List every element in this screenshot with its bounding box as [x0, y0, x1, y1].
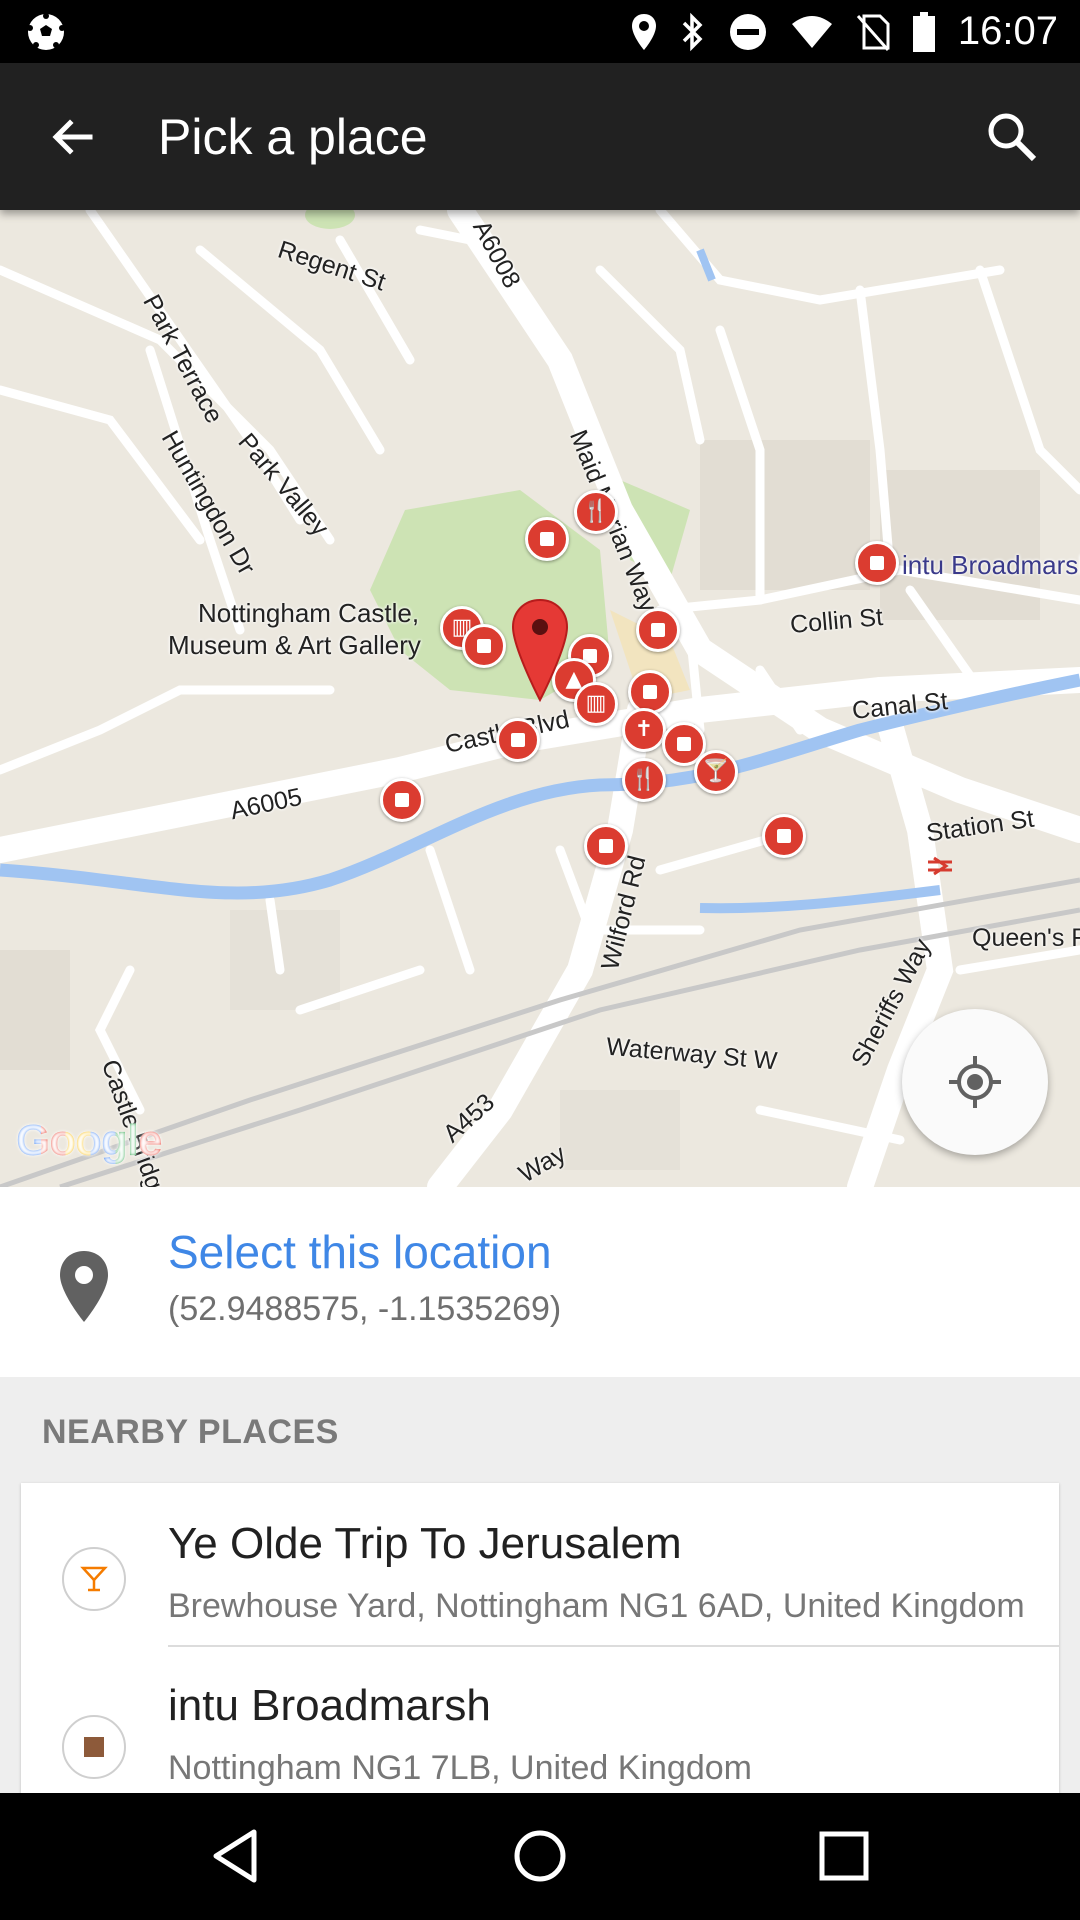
arrow-back-icon[interactable] — [44, 109, 100, 165]
status-bar: 16:07 — [0, 0, 1080, 63]
nearby-places-section: NEARBY PLACES Ye Olde Trip To Jerusalem … — [0, 1377, 1080, 1793]
do-not-disturb-icon — [729, 13, 766, 50]
app-bar: Pick a place — [0, 63, 1080, 210]
map-view[interactable]: Regent St A6008 Park Terrace Park Valley… — [0, 210, 1080, 1187]
map-label-castle-line1: Nottingham Castle, — [198, 598, 420, 628]
bar-icon — [62, 1547, 126, 1611]
select-location-label[interactable]: Select this location — [168, 1225, 552, 1279]
map-label-queens-rd: Queen's Rd — [972, 924, 1080, 952]
recents-nav-icon[interactable] — [814, 1826, 874, 1886]
poi-marker[interactable] — [380, 778, 424, 822]
poi-marker[interactable] — [855, 541, 899, 585]
place-name: Ye Olde Trip To Jerusalem — [168, 1519, 682, 1568]
nearby-places-list: Ye Olde Trip To Jerusalem Brewhouse Yard… — [21, 1483, 1059, 1793]
clock: 16:07 — [957, 9, 1058, 53]
select-location-row[interactable]: Select this location (52.9488575, -1.153… — [0, 1187, 1080, 1377]
google-logo-text: Google — [16, 1116, 163, 1165]
rail-station-icon — [928, 856, 952, 876]
my-location-button[interactable] — [902, 1009, 1048, 1155]
restaurant-poi-icon[interactable]: 🍴 — [622, 758, 666, 802]
no-sim-icon — [856, 14, 890, 51]
place-name: intu Broadmarsh — [168, 1681, 491, 1730]
restaurant-poi-icon[interactable]: 🍴 — [574, 490, 618, 534]
nearby-places-header: NEARBY PLACES — [42, 1413, 339, 1451]
list-item[interactable]: Ye Olde Trip To Jerusalem Brewhouse Yard… — [21, 1483, 1059, 1663]
wifi-icon — [791, 15, 832, 48]
poi-marker[interactable] — [496, 718, 540, 762]
search-icon[interactable] — [982, 107, 1042, 167]
location-icon — [631, 13, 656, 50]
home-nav-icon[interactable] — [510, 1826, 570, 1886]
back-nav-icon[interactable] — [206, 1826, 266, 1886]
place-address: Brewhouse Yard, Nottingham NG1 6AD, Unit… — [168, 1587, 1025, 1625]
battery-icon — [912, 11, 935, 52]
selected-coordinates: (52.9488575, -1.1535269) — [168, 1290, 562, 1328]
place-address: Nottingham NG1 7LB, United Kingdom — [168, 1749, 752, 1787]
google-logo: Google — [16, 1116, 163, 1166]
navigation-bar — [0, 1793, 1080, 1920]
soccer-ball-icon — [27, 13, 65, 50]
poi-marker[interactable] — [462, 624, 506, 668]
poi-marker[interactable] — [525, 517, 569, 561]
poi-marker[interactable] — [636, 608, 680, 652]
map-label-castle-line2: Museum & Art Gallery — [168, 630, 421, 660]
museum-poi-icon[interactable]: ▥ — [574, 682, 618, 726]
list-item[interactable]: intu Broadmarsh Nottingham NG1 7LB, Unit… — [21, 1647, 1059, 1793]
poi-marker[interactable] — [762, 814, 806, 858]
bluetooth-icon — [682, 12, 703, 51]
shopping-icon — [62, 1715, 126, 1779]
selected-location-pin-icon[interactable] — [511, 598, 569, 702]
map-label-intu: intu Broadmarsh — [902, 550, 1080, 580]
my-location-icon — [949, 1056, 1001, 1108]
church-poi-icon[interactable]: ✝ — [622, 708, 666, 752]
bar-poi-icon[interactable]: 🍸 — [694, 750, 738, 794]
location-pin-icon — [60, 1251, 108, 1322]
poi-marker[interactable] — [628, 670, 672, 714]
page-title: Pick a place — [158, 109, 428, 165]
poi-marker[interactable] — [584, 824, 628, 868]
